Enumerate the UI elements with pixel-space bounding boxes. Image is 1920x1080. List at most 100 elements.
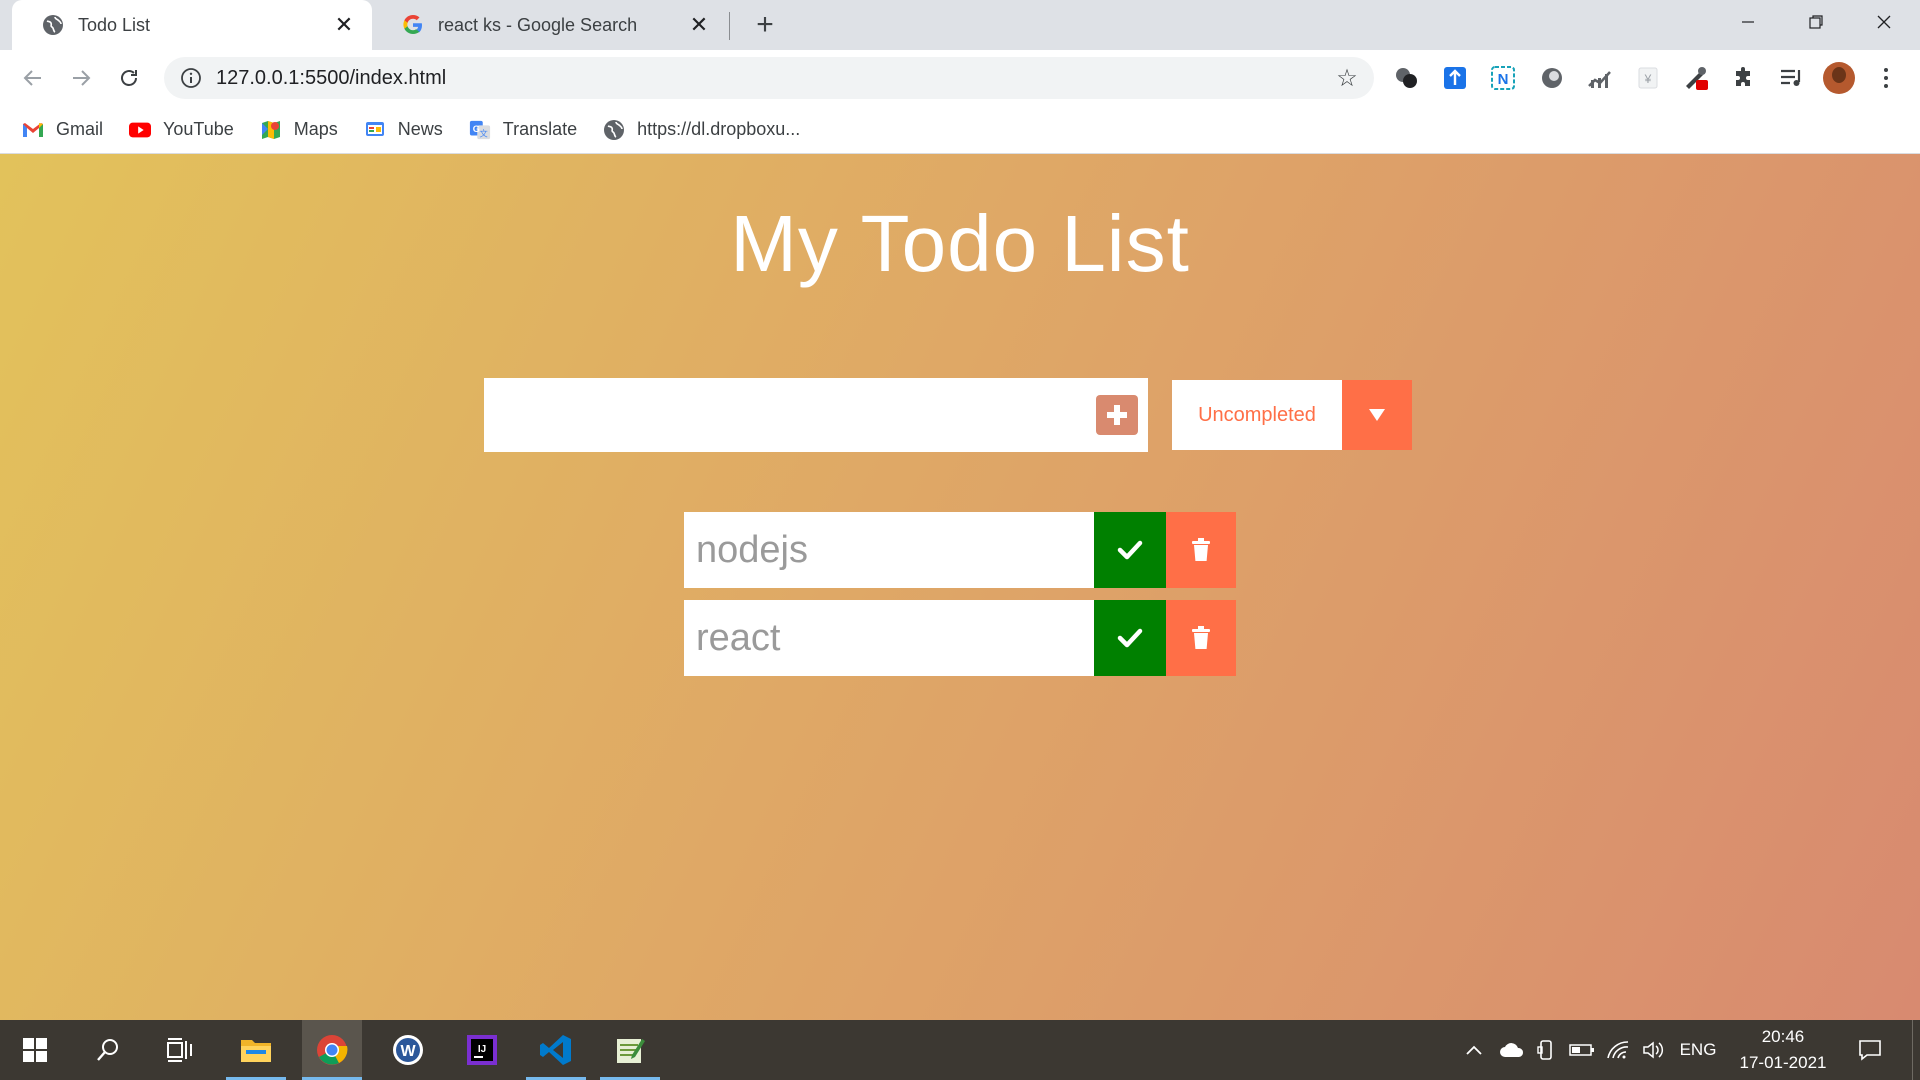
todo-text: nodejs	[696, 529, 808, 571]
todo-item: react	[684, 600, 1236, 676]
globe-icon	[603, 119, 625, 141]
close-window-button[interactable]	[1854, 0, 1914, 44]
new-tab-button[interactable]: +	[748, 8, 782, 42]
start-button[interactable]	[5, 1020, 65, 1080]
intellij-icon: IJ	[467, 1035, 497, 1065]
close-tab-icon[interactable]: ✕	[687, 12, 711, 37]
extension-icon[interactable]	[1586, 64, 1614, 92]
youtube-icon	[129, 119, 152, 141]
todo-text: react	[696, 617, 781, 659]
meet-tray[interactable]	[1534, 1020, 1560, 1080]
app-w-icon: W	[393, 1035, 423, 1065]
bookmark-label: Maps	[293, 119, 338, 139]
check-icon	[1117, 628, 1143, 648]
add-todo-button[interactable]	[1096, 395, 1138, 435]
address-bar[interactable]: ☆	[164, 57, 1374, 99]
url-input[interactable]	[216, 66, 1332, 90]
task-view-button[interactable]	[150, 1020, 210, 1080]
notepad-app[interactable]	[600, 1020, 660, 1080]
notifications-button[interactable]	[1850, 1020, 1890, 1080]
restore-icon	[1809, 15, 1823, 29]
page-title: My Todo List	[730, 199, 1190, 288]
arrow-left-icon	[23, 70, 41, 86]
check-icon	[1117, 540, 1143, 560]
todo-list: nodejs react	[684, 512, 1236, 688]
minimize-icon	[1742, 21, 1754, 23]
site-info-icon[interactable]	[180, 67, 202, 89]
extension-icon[interactable]	[1682, 64, 1710, 92]
bookmark-gmail[interactable]: Gmail	[22, 119, 103, 141]
battery-tray[interactable]	[1568, 1020, 1596, 1080]
bookmark-translate[interactable]: G文 Translate	[469, 119, 577, 141]
extension-icon[interactable]	[1441, 64, 1469, 92]
delete-button[interactable]	[1166, 512, 1236, 588]
tab-google-search[interactable]: react ks - Google Search ✕	[372, 0, 727, 50]
complete-button[interactable]	[1094, 600, 1166, 676]
caret-down-icon	[1369, 409, 1385, 421]
volume-tray[interactable]	[1640, 1020, 1668, 1080]
wifi-tray[interactable]	[1604, 1020, 1632, 1080]
close-tab-icon[interactable]: ✕	[332, 12, 356, 37]
file-explorer-app[interactable]	[226, 1020, 286, 1080]
extension-icon[interactable]	[1392, 64, 1420, 92]
bookmark-dropbox[interactable]: https://dl.dropboxu...	[603, 119, 800, 141]
browser-tab-strip: Todo List ✕ react ks - Google Search ✕ +	[0, 0, 1920, 50]
bookmark-label: Gmail	[56, 119, 104, 139]
show-desktop-button[interactable]	[1912, 1020, 1920, 1080]
language-indicator[interactable]: ENG	[1676, 1020, 1720, 1080]
search-icon	[97, 1039, 118, 1061]
close-icon	[1877, 15, 1891, 29]
tab-todo-list[interactable]: Todo List ✕	[12, 0, 372, 50]
arrow-right-icon	[73, 70, 91, 86]
restore-button[interactable]	[1786, 0, 1846, 44]
dropdown-arrow-button[interactable]	[1342, 380, 1412, 450]
puzzle-icon[interactable]	[1730, 64, 1758, 92]
bookmark-maps[interactable]: Maps	[260, 119, 338, 141]
wifi-icon	[1607, 1041, 1629, 1059]
intellij-app[interactable]: IJ	[452, 1020, 512, 1080]
extension-icon[interactable]	[1538, 64, 1566, 92]
delete-button[interactable]	[1166, 600, 1236, 676]
todo-input[interactable]	[484, 378, 1084, 452]
chevron-up-icon	[1466, 1045, 1482, 1055]
globe-icon	[42, 14, 64, 36]
minimize-button[interactable]	[1718, 0, 1778, 44]
profile-avatar[interactable]	[1823, 62, 1855, 94]
svg-text:IJ: IJ	[478, 1044, 486, 1055]
extension-icon[interactable]: N	[1489, 64, 1517, 92]
bookmark-youtube[interactable]: YouTube	[129, 119, 234, 141]
notification-icon	[1859, 1040, 1881, 1061]
svg-text:W: W	[400, 1043, 416, 1060]
reload-button[interactable]	[112, 61, 146, 95]
more-menu-icon[interactable]	[1874, 64, 1898, 92]
notepad-icon	[617, 1039, 645, 1063]
bookmark-news[interactable]: News	[364, 119, 443, 141]
windows-logo-icon	[23, 1038, 47, 1062]
speaker-icon	[1643, 1041, 1664, 1059]
back-button[interactable]	[16, 61, 50, 95]
media-control-icon[interactable]	[1778, 64, 1806, 92]
forward-button[interactable]	[64, 61, 98, 95]
onedrive-tray[interactable]	[1496, 1020, 1528, 1080]
vscode-app[interactable]	[526, 1020, 586, 1080]
chrome-app[interactable]	[302, 1020, 362, 1080]
folder-icon	[241, 1040, 271, 1062]
svg-text:¥: ¥	[1644, 72, 1652, 86]
app-w-icon-launcher[interactable]: W	[378, 1020, 438, 1080]
complete-button[interactable]	[1094, 512, 1166, 588]
vscode-icon	[540, 1035, 571, 1065]
news-icon	[364, 119, 386, 141]
chrome-icon	[317, 1035, 348, 1065]
filter-select[interactable]: Uncompleted	[1172, 380, 1412, 450]
reload-icon	[121, 70, 137, 86]
task-view-icon	[167, 1038, 192, 1062]
tab-separator	[729, 12, 730, 40]
search-button[interactable]	[78, 1020, 138, 1080]
todo-app-page: My Todo List Uncompleted nodejs react	[0, 154, 1920, 1020]
bookmark-star-icon[interactable]: ☆	[1332, 63, 1362, 93]
plus-icon	[1107, 405, 1127, 425]
system-clock[interactable]: 20:46 17-01-2021	[1728, 1020, 1838, 1080]
show-hidden-icons-button[interactable]	[1462, 1020, 1486, 1080]
extension-icon[interactable]: ¥	[1634, 64, 1662, 92]
device-icon	[1537, 1040, 1552, 1060]
